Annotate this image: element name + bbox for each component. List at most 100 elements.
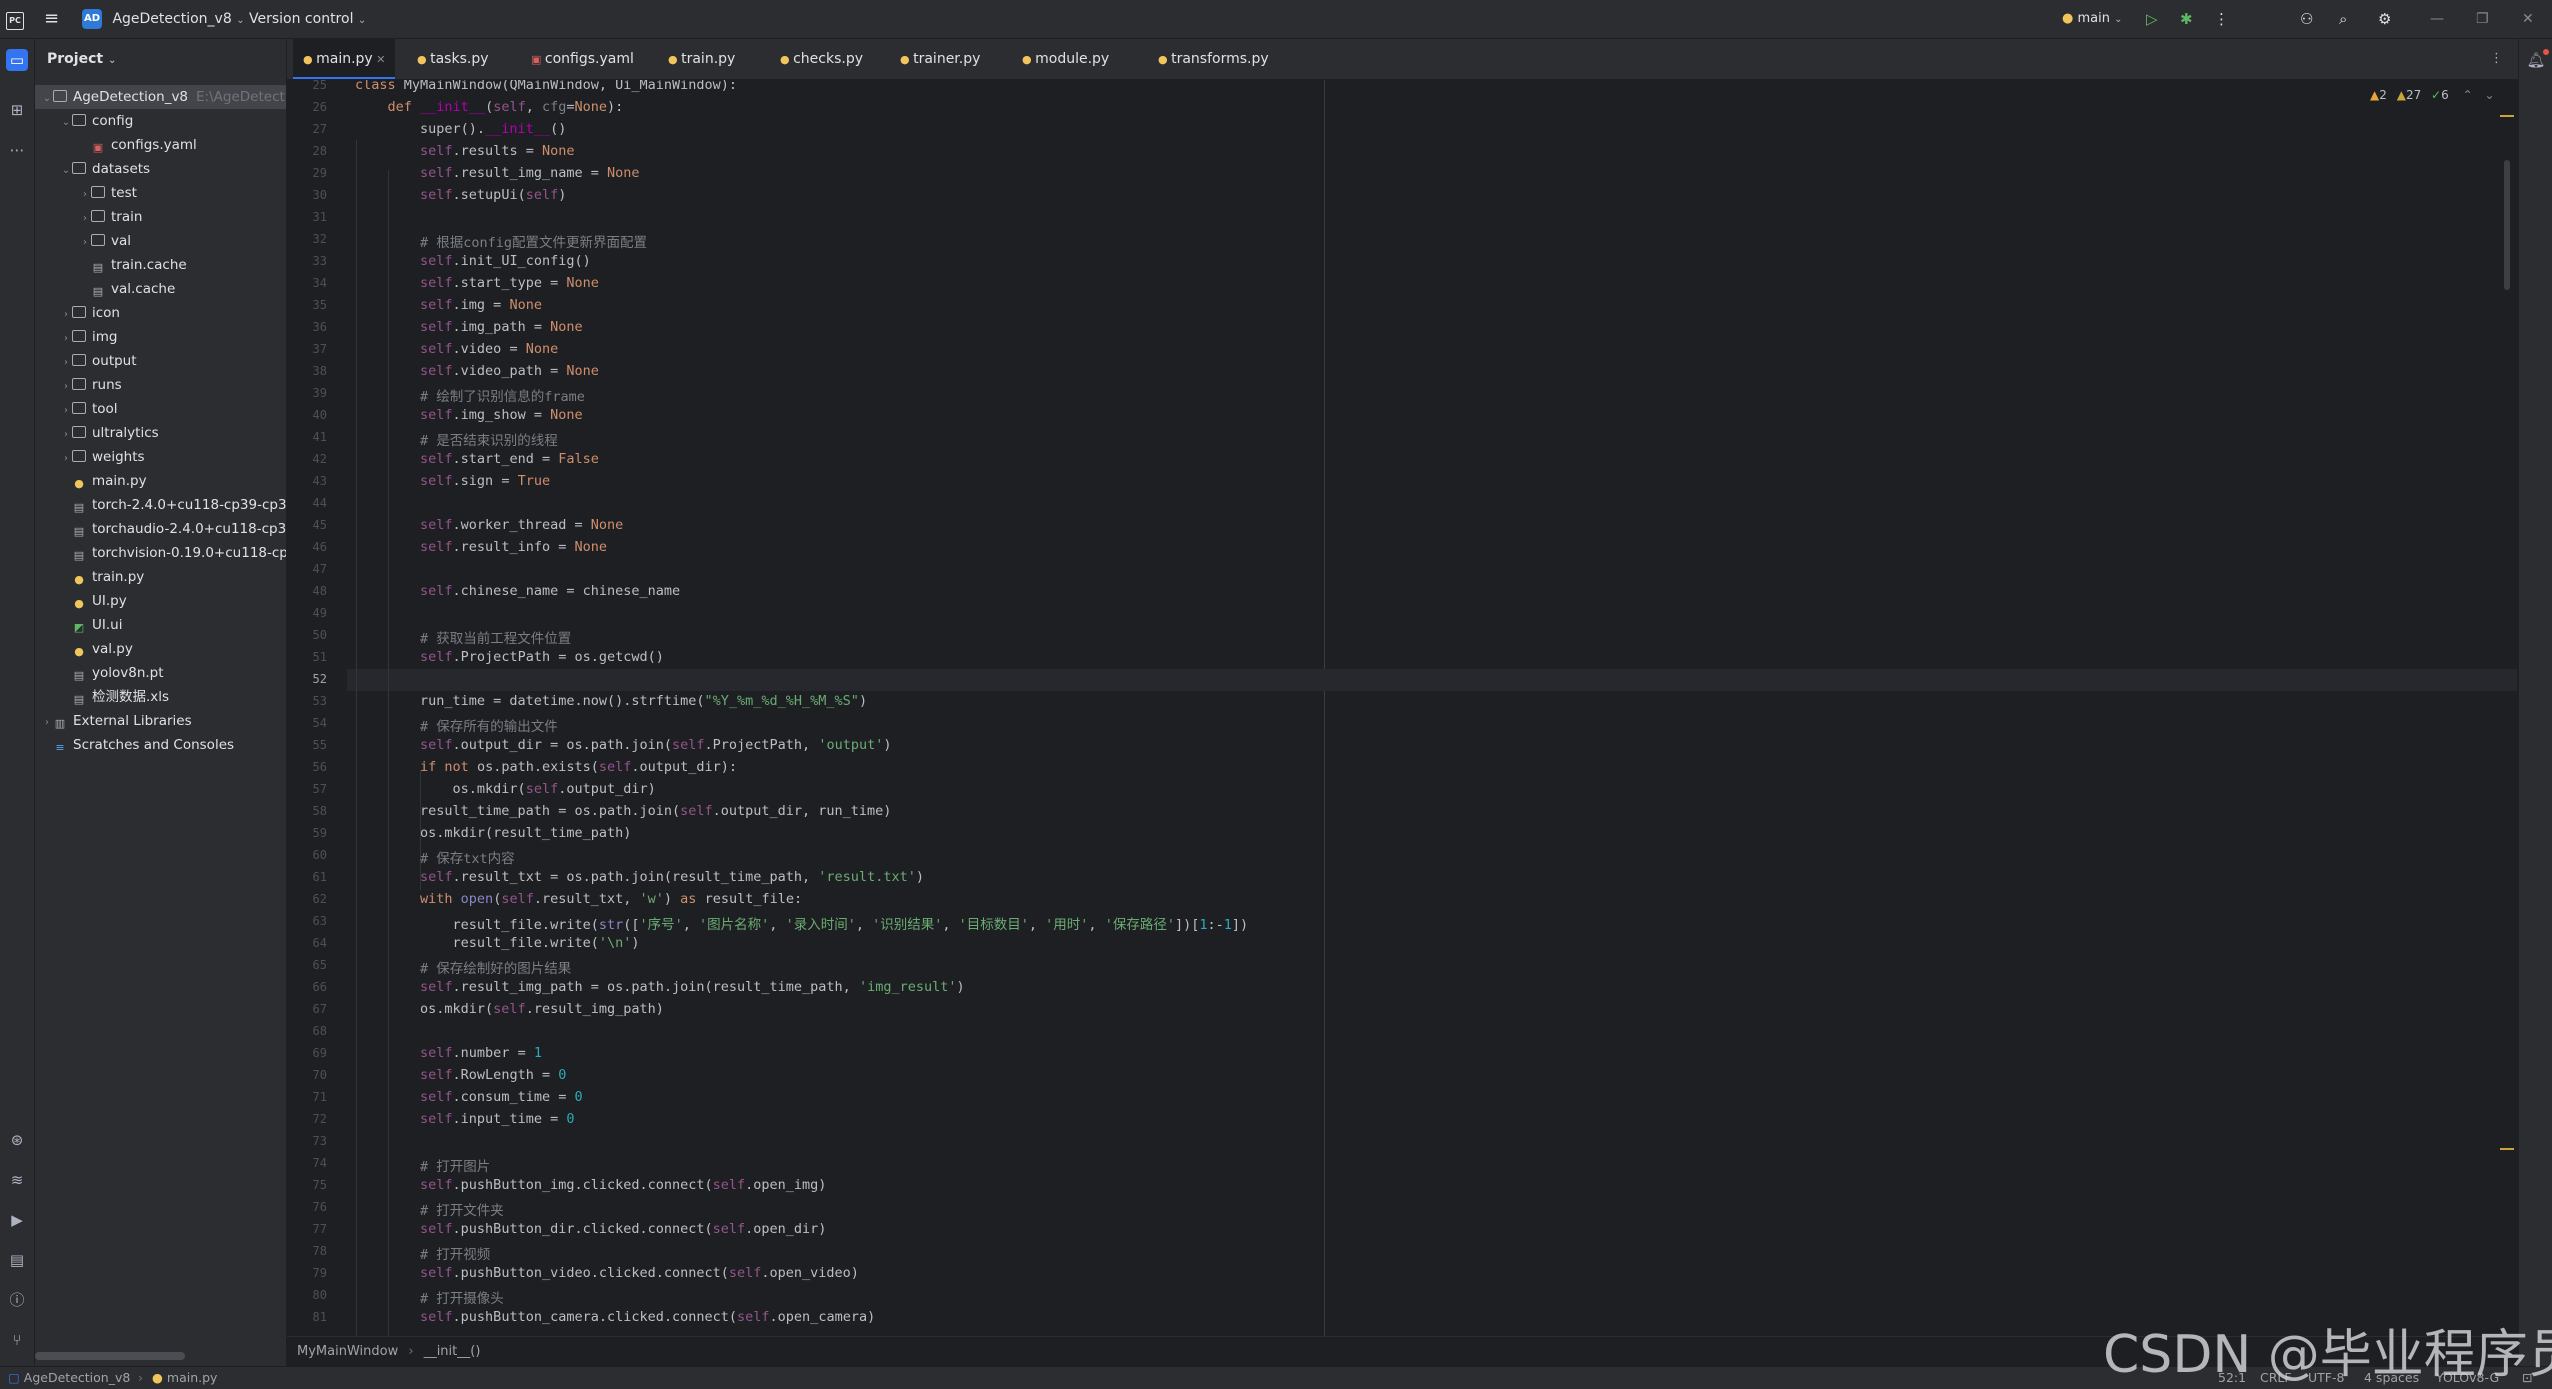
chevron-up-icon[interactable]: ⌃ [2463, 88, 2473, 102]
tree-item[interactable]: › icon [35, 301, 286, 325]
code-line[interactable]: result_file.write(str(['序号', '图片名称', '录入… [355, 913, 1249, 933]
more-tools-icon[interactable]: ⋯ [6, 139, 28, 161]
code-line[interactable]: class MyMainWindow(QMainWindow, Ui_MainW… [355, 80, 737, 93]
chevron-right-icon[interactable]: › [79, 231, 91, 253]
code-line[interactable]: # 获取当前工程文件位置 [355, 627, 571, 647]
tree-item[interactable]: › ▥ External Libraries [35, 709, 286, 733]
warning-stripe-marker[interactable] [2500, 115, 2514, 117]
project-tool-icon[interactable]: ▭ [6, 49, 28, 71]
tree-item[interactable]: › output [35, 349, 286, 373]
chevron-right-icon[interactable]: › [79, 207, 91, 229]
tree-item[interactable]: ▤ torchaudio-2.4.0+cu118-cp3 [35, 517, 286, 541]
tree-item[interactable]: › img [35, 325, 286, 349]
tree-item[interactable]: ▤ 检测数据.xls [35, 685, 286, 709]
inspections-widget[interactable]: ▲2 ▲27 ✓6 ⌃ ⌄ [2370, 84, 2495, 106]
chevron-right-icon[interactable]: › [60, 303, 72, 325]
chevron-right-icon[interactable]: › [60, 351, 72, 373]
code-line[interactable]: self.output_dir = os.path.join(self.Proj… [355, 737, 891, 753]
code-line[interactable]: # 打开摄像头 [355, 1287, 504, 1307]
settings-icon[interactable]: ⚙ [2378, 0, 2391, 38]
tree-item[interactable]: ▤ val.cache [35, 277, 286, 301]
tab-module-py[interactable]: ● module.py [1012, 39, 1119, 79]
code-line[interactable]: # 打开文件夹 [355, 1199, 504, 1219]
code-line[interactable]: self.number = 1 [355, 1045, 542, 1061]
code-line[interactable]: result_file.write('\n') [355, 935, 640, 951]
code-line[interactable]: self.setupUi(self) [355, 187, 566, 203]
terminal-icon[interactable]: ▤ [6, 1249, 28, 1271]
code-line[interactable]: # 是否结束识别的线程 [355, 429, 558, 449]
tree-item[interactable]: ⌄ AgeDetection_v8 E:\AgeDetect [35, 85, 286, 109]
layers-icon[interactable]: ≋ [6, 1169, 28, 1191]
tree-item[interactable]: ▣ configs.yaml [35, 133, 286, 157]
problems-icon[interactable]: ⓘ [6, 1289, 28, 1311]
chevron-right-icon[interactable]: › [41, 711, 53, 733]
code-line[interactable]: self.chinese_name = chinese_name [355, 583, 680, 599]
tree-item[interactable]: › tool [35, 397, 286, 421]
tree-item[interactable]: ▤ yolov8n.pt [35, 661, 286, 685]
tree-item[interactable]: ▤ torchvision-0.19.0+cu118-cp [35, 541, 286, 565]
project-selector[interactable]: AD AgeDetection_v8 ⌄ [82, 0, 245, 38]
tab-main-py[interactable]: ● main.py ✕ [293, 39, 396, 79]
chevron-right-icon[interactable]: › [79, 183, 91, 205]
tab-checks-py[interactable]: ● checks.py [770, 39, 873, 79]
code-line[interactable]: # 打开图片 [355, 1155, 490, 1175]
tab-tasks-py[interactable]: ● tasks.py [407, 39, 499, 79]
tree-item[interactable]: › test [35, 181, 286, 205]
code-line[interactable]: self.pushButton_video.clicked.connect(se… [355, 1265, 859, 1281]
code-line[interactable]: self.pushButton_img.clicked.connect(self… [355, 1177, 826, 1193]
ide-logo-icon[interactable]: PC [6, 0, 26, 38]
code-line[interactable]: self.img = None [355, 297, 542, 313]
tree-item[interactable]: ● val.py [35, 637, 286, 661]
code-line[interactable]: self.input_time = 0 [355, 1111, 574, 1127]
code-line[interactable]: os.mkdir(self.output_dir) [355, 781, 656, 797]
tab-transforms-py[interactable]: ● transforms.py [1148, 39, 1279, 79]
code-line[interactable]: super().__init__() [355, 121, 566, 137]
code-line[interactable]: # 保存所有的输出文件 [355, 715, 558, 735]
code-line[interactable]: self.video = None [355, 341, 558, 357]
run-config-selector[interactable]: ● main ⌄ [2062, 0, 2123, 38]
code-editor[interactable]: 25 class MyMainWindow(QMainWindow, Ui_Mai… [287, 80, 2517, 1336]
code-line[interactable]: # 保存绘制好的图片结果 [355, 957, 571, 977]
code-line[interactable]: self.pushButton_dir.clicked.connect(self… [355, 1221, 826, 1237]
search-icon[interactable]: ⌕ [2339, 0, 2347, 38]
code-line[interactable]: self.result_img_name = None [355, 165, 639, 181]
tab-configs-yaml[interactable]: ▣ configs.yaml [521, 39, 644, 79]
run-icon[interactable]: ▷ [2146, 0, 2158, 38]
tree-item[interactable]: ▤ torch-2.4.0+cu118-cp39-cp3 [35, 493, 286, 517]
tree-item[interactable]: ● train.py [35, 565, 286, 589]
tab-trainer-py[interactable]: ● trainer.py [890, 39, 990, 79]
code-line[interactable]: # 根据config配置文件更新界面配置 [355, 231, 647, 251]
code-line[interactable]: os.mkdir(result_time_path) [355, 825, 631, 841]
tree-item[interactable]: › val [35, 229, 286, 253]
code-line[interactable]: os.mkdir(self.result_img_path) [355, 1001, 664, 1017]
project-panel-header[interactable]: Project ⌄ [47, 39, 116, 79]
code-line[interactable]: run_time = datetime.now().strftime("%Y_%… [355, 693, 867, 709]
chevron-right-icon[interactable]: › [60, 327, 72, 349]
main-menu-icon[interactable]: ≡ [44, 0, 64, 38]
status-file[interactable]: ● main.py [152, 1367, 217, 1389]
close-tab-icon[interactable]: ✕ [373, 53, 385, 66]
code-line[interactable]: self.results = None [355, 143, 574, 159]
warning-stripe-marker[interactable] [2500, 1148, 2514, 1150]
debug-icon[interactable]: ✱ [2180, 0, 2193, 38]
account-icon[interactable]: ⚇ [2300, 0, 2313, 38]
tree-item[interactable]: ▤ train.cache [35, 253, 286, 277]
tree-item[interactable]: ● main.py [35, 469, 286, 493]
code-line[interactable]: self.result_info = None [355, 539, 607, 555]
tab-options-icon[interactable]: ⋮ [2490, 39, 2503, 79]
status-project[interactable]: ▢ AgeDetection_v8 [8, 1367, 130, 1389]
code-line[interactable]: # 保存txt内容 [355, 847, 515, 867]
code-line[interactable]: with open(self.result_txt, 'w') as resul… [355, 891, 802, 907]
code-line[interactable]: self.result_img_path = os.path.join(resu… [355, 979, 965, 995]
code-line[interactable]: self.start_end = False [355, 451, 599, 467]
tab-train-py[interactable]: ● train.py [658, 39, 745, 79]
python-packages-icon[interactable]: ⊛ [6, 1129, 28, 1151]
code-line[interactable]: self.result_txt = os.path.join(result_ti… [355, 869, 924, 885]
tree-item[interactable]: ≡ Scratches and Consoles [35, 733, 286, 757]
vcs-menu[interactable]: Version control ⌄ [249, 0, 366, 38]
code-line[interactable]: self.img_show = None [355, 407, 583, 423]
tree-item[interactable]: › weights [35, 445, 286, 469]
code-line[interactable]: self.ProjectPath = os.getcwd() [355, 649, 664, 665]
code-line[interactable]: self.start_type = None [355, 275, 599, 291]
code-line[interactable]: self.sign = True [355, 473, 550, 489]
